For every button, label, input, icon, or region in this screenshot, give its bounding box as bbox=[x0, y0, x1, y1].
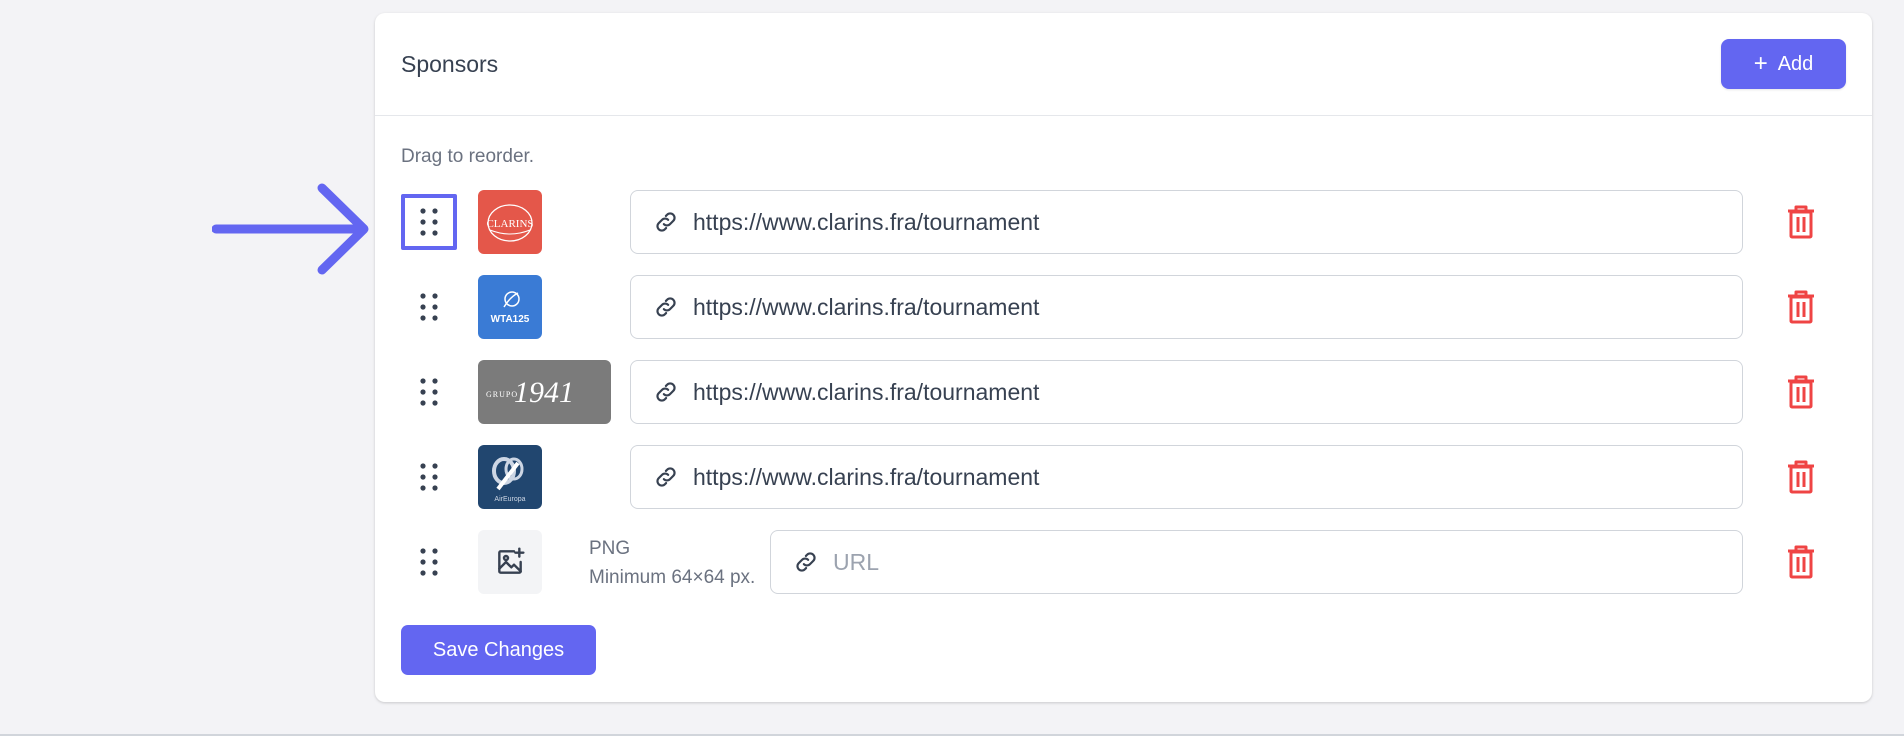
new-sponsor-url-input[interactable] bbox=[833, 531, 1742, 593]
sponsor-url-input[interactable] bbox=[693, 361, 1742, 423]
drag-handle-icon[interactable] bbox=[401, 534, 457, 590]
delete-sponsor-trash-icon[interactable] bbox=[1783, 289, 1819, 325]
wta-logo-text: WTA125 bbox=[491, 314, 530, 325]
sponsor-upload-row: PNG Minimum 64×64 px. bbox=[401, 530, 1846, 594]
upload-min-size: Minimum 64×64 px. bbox=[589, 567, 756, 588]
delete-sponsor-trash-icon[interactable] bbox=[1783, 204, 1819, 240]
plus-icon: + bbox=[1753, 50, 1768, 77]
drag-handle-icon[interactable] bbox=[401, 364, 457, 420]
logo-upload-button[interactable] bbox=[478, 530, 542, 594]
save-changes-button[interactable]: Save Changes bbox=[401, 625, 596, 675]
card-body: Drag to reorder. CLARINS https://www.cla… bbox=[375, 116, 1872, 594]
aireuropa-logo-text: AirEuropa bbox=[494, 496, 525, 503]
sponsor-row: AirEuropa bbox=[401, 445, 1846, 509]
sponsor-logo-wta[interactable]: WTA125 bbox=[478, 275, 542, 339]
add-button-label: Add bbox=[1777, 52, 1814, 75]
sponsor-logo-clarins[interactable]: CLARINS bbox=[478, 190, 542, 254]
upload-requirements: PNG Minimum 64×64 px. bbox=[589, 534, 755, 592]
sponsor-url-input[interactable] bbox=[693, 191, 1742, 253]
link-icon bbox=[653, 294, 679, 320]
sponsors-card: Sponsors + Add Drag to reorder. CLARINS … bbox=[375, 13, 1872, 702]
sponsor-row: WTA125 bbox=[401, 275, 1846, 339]
grupo-logo-text: 1941 bbox=[514, 376, 574, 409]
delete-sponsor-trash-icon[interactable] bbox=[1783, 459, 1819, 495]
delete-sponsor-trash-icon[interactable] bbox=[1783, 544, 1819, 580]
sponsor-row: CLARINS bbox=[401, 190, 1846, 254]
drag-handle-icon[interactable] bbox=[401, 194, 457, 250]
sponsor-list: CLARINS https://www.clarins.fra/tourname… bbox=[401, 190, 1846, 594]
sponsor-logo-aireuropa[interactable]: AirEuropa bbox=[478, 445, 542, 509]
card-title: Sponsors bbox=[401, 50, 499, 77]
add-sponsor-button[interactable]: + Add bbox=[1721, 39, 1846, 89]
sponsor-url-field[interactable] bbox=[630, 360, 1743, 424]
new-sponsor-url-field[interactable] bbox=[770, 530, 1743, 594]
upload-format: PNG bbox=[589, 538, 631, 559]
sponsor-url-field[interactable] bbox=[630, 190, 1743, 254]
pointer-arrow-icon bbox=[212, 183, 369, 275]
sponsor-url-field[interactable] bbox=[630, 445, 1743, 509]
reorder-hint: Drag to reorder. bbox=[401, 146, 535, 167]
delete-sponsor-trash-icon[interactable] bbox=[1783, 374, 1819, 410]
link-icon bbox=[793, 549, 819, 575]
sponsor-url-field[interactable] bbox=[630, 275, 1743, 339]
sponsor-row: GRUPO 1941 bbox=[401, 360, 1846, 424]
sponsor-url-input[interactable] bbox=[693, 446, 1742, 508]
link-icon bbox=[653, 209, 679, 235]
sponsor-url-input[interactable] bbox=[693, 276, 1742, 338]
sponsor-logo-grupo-1941[interactable]: GRUPO 1941 bbox=[478, 360, 611, 424]
image-add-icon bbox=[498, 547, 525, 574]
link-icon bbox=[653, 379, 679, 405]
drag-handle-icon[interactable] bbox=[401, 449, 457, 505]
card-header: Sponsors + Add bbox=[375, 13, 1872, 116]
link-icon bbox=[653, 464, 679, 490]
clarins-logo-text: CLARINS bbox=[486, 218, 533, 230]
drag-handle-icon[interactable] bbox=[401, 279, 457, 335]
